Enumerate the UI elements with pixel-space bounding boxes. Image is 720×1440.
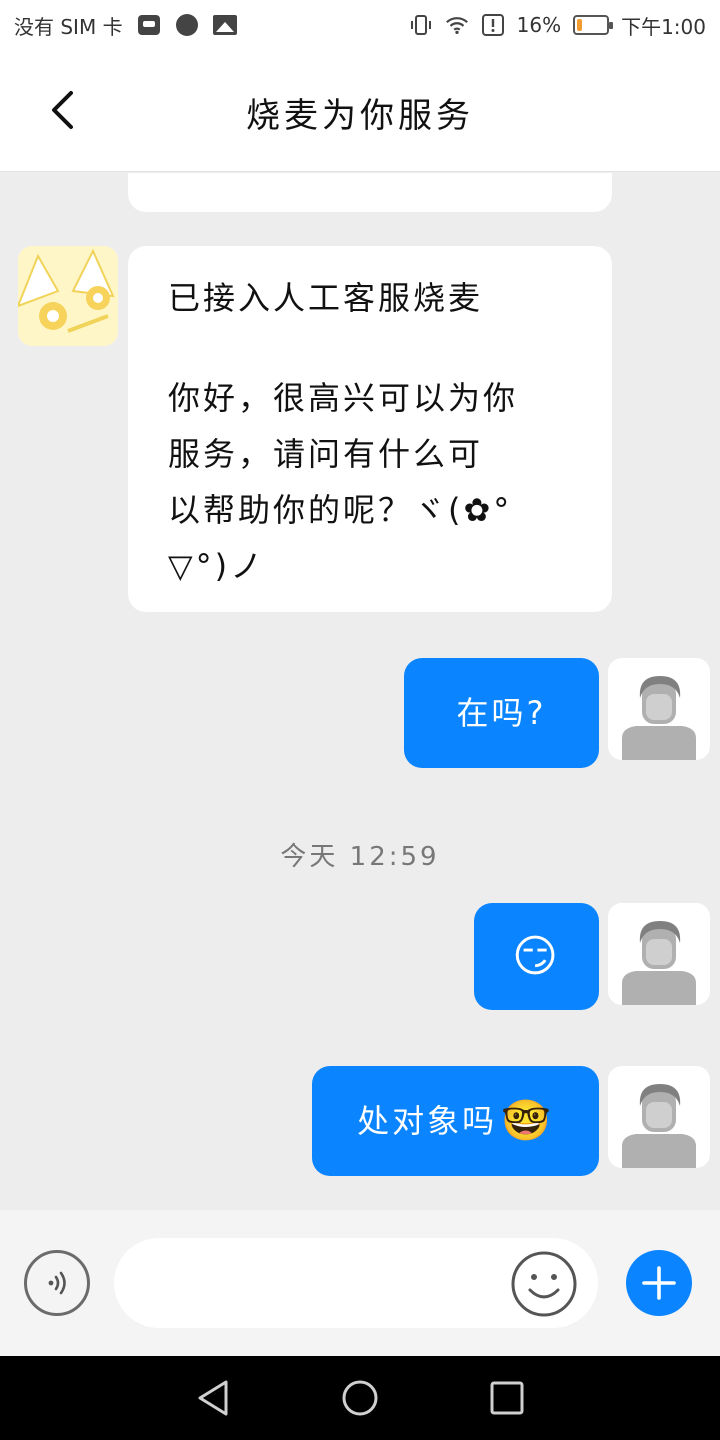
user-avatar[interactable] (608, 658, 710, 760)
agent-message-bubble[interactable]: 已接入人工客服烧麦 你好，很高兴可以为你 服务，请问有什么可 以帮助你的呢？ヾ(… (128, 246, 612, 612)
title-bar: 烧麦为你服务 (0, 50, 720, 172)
timestamp: 今天 12:59 (280, 842, 440, 872)
plus-icon (642, 1266, 676, 1300)
agent-message-line: 以帮助你的呢？ヾ(✿° (168, 491, 513, 529)
page-title: 烧麦为你服务 (246, 96, 474, 136)
battery-icon (573, 15, 614, 35)
nav-recents-button[interactable] (477, 1368, 537, 1428)
battery-percent: 16% (516, 13, 562, 37)
status-left: 没有 SIM 卡 (14, 11, 237, 40)
nav-back-button[interactable] (183, 1368, 243, 1428)
nav-home-button[interactable] (330, 1368, 390, 1428)
user-avatar[interactable] (608, 1066, 710, 1168)
vibrate-icon (409, 13, 433, 37)
agent-message-line: 已接入人工客服烧麦 (168, 279, 484, 317)
previous-message-bubble (128, 173, 612, 212)
chat-area[interactable]: 已接入人工客服烧麦 你好，很高兴可以为你 服务，请问有什么可 以帮助你的呢？ヾ(… (0, 173, 720, 1210)
user-message-text: 处对象吗 (357, 1102, 498, 1140)
huawei-store-icon (137, 13, 161, 37)
agent-avatar[interactable] (18, 246, 118, 346)
user-message-bubble[interactable]: 处对象吗 🤓 (312, 1066, 599, 1176)
user-message-bubble[interactable]: 在吗? (404, 658, 599, 768)
home-circle-icon (342, 1380, 378, 1416)
agent-message-line: ▽°)ノ (168, 547, 266, 585)
recents-square-icon (490, 1381, 524, 1415)
smiley-icon (511, 1251, 577, 1317)
carrier-label: 没有 SIM 卡 (14, 14, 123, 39)
agent-message-line: 你好，很高兴可以为你 (168, 379, 519, 417)
input-bar (0, 1210, 720, 1356)
dot-icon (175, 13, 199, 37)
clock: 下午1:00 (621, 14, 706, 39)
voice-button[interactable] (24, 1250, 90, 1316)
back-triangle-icon (198, 1380, 228, 1416)
nerd-emoji: 🤓 (501, 1098, 554, 1144)
agent-message-line: 服务，请问有什么可 (168, 435, 484, 473)
plus-button[interactable] (626, 1250, 692, 1316)
agent-message-gap (168, 326, 584, 370)
status-right: 16% 下午1:00 (409, 11, 706, 40)
alert-icon (481, 13, 505, 37)
system-nav-bar (0, 1356, 720, 1440)
image-icon (212, 13, 237, 37)
status-bar: 没有 SIM 卡 16% 下午1:00 (0, 0, 720, 50)
user-avatar[interactable] (608, 903, 710, 1005)
emoji-button[interactable] (510, 1250, 578, 1318)
user-emoji-bubble[interactable]: 😏 (474, 903, 599, 1010)
user-message-text: 在吗? (456, 694, 547, 732)
battery-fill (577, 19, 582, 31)
wifi-icon (445, 13, 469, 37)
voice-icon (48, 1271, 66, 1295)
smirk-emoji: 😏 (512, 930, 561, 982)
